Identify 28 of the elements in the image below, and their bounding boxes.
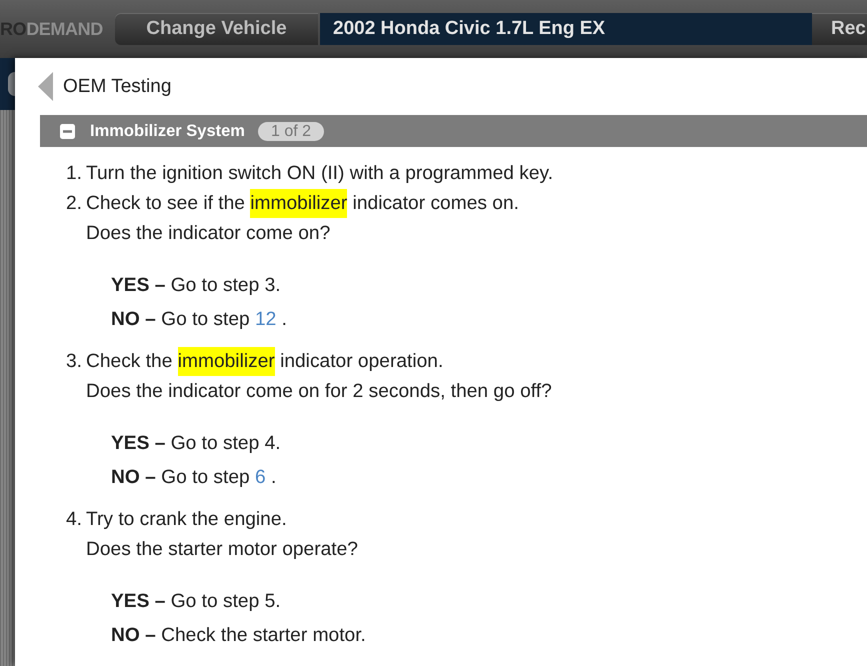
step-text: Try to crank the engine. (86, 508, 287, 532)
answer-line: YES – Go to step 3. (111, 274, 281, 298)
answer-line: NO – Go to step 12 . (111, 308, 288, 332)
step-link[interactable]: 6 (255, 467, 266, 488)
question-text: Does the starter motor operate? (86, 538, 358, 562)
section-header-bar[interactable]: Immobilizer System 1 of 2 (40, 115, 867, 147)
step-text: Turn the ignition switch ON (II) with a programmed key. (86, 162, 554, 186)
step-number: 2. (66, 192, 82, 216)
cut-off-button[interactable]: Rec (812, 13, 867, 45)
step-link[interactable]: 12 (255, 309, 276, 330)
back-arrow-icon[interactable] (38, 72, 53, 101)
answer-line: YES – Go to step 4. (111, 432, 281, 456)
change-vehicle-button[interactable]: Change Vehicle (115, 13, 318, 45)
collapse-icon[interactable] (60, 124, 75, 138)
question-text: Does the indicator come on for 2 seconds, then go off? (86, 380, 552, 404)
page-counter: 1 of 2 (258, 122, 324, 140)
step-number: 1. (66, 162, 82, 186)
answer-line: YES – Go to step 5. (111, 590, 281, 614)
vehicle-name: 2002 Honda Civic 1.7L Eng EX (320, 13, 812, 45)
question-text: Does the indicator come on? (86, 222, 330, 246)
step-text: Check the immobilizer indicator operation. (86, 347, 444, 377)
step-number: 3. (66, 350, 82, 374)
panel-title: OEM Testing (63, 76, 172, 98)
step-text: Check to see if the immobilizer indicator comes on. (86, 189, 519, 219)
section-title: Immobilizer System (90, 122, 245, 140)
step-number: 4. (66, 508, 82, 532)
answer-line: NO – Go to step 6 . (111, 466, 276, 490)
answer-line: NO – Check the starter motor. (111, 624, 366, 648)
